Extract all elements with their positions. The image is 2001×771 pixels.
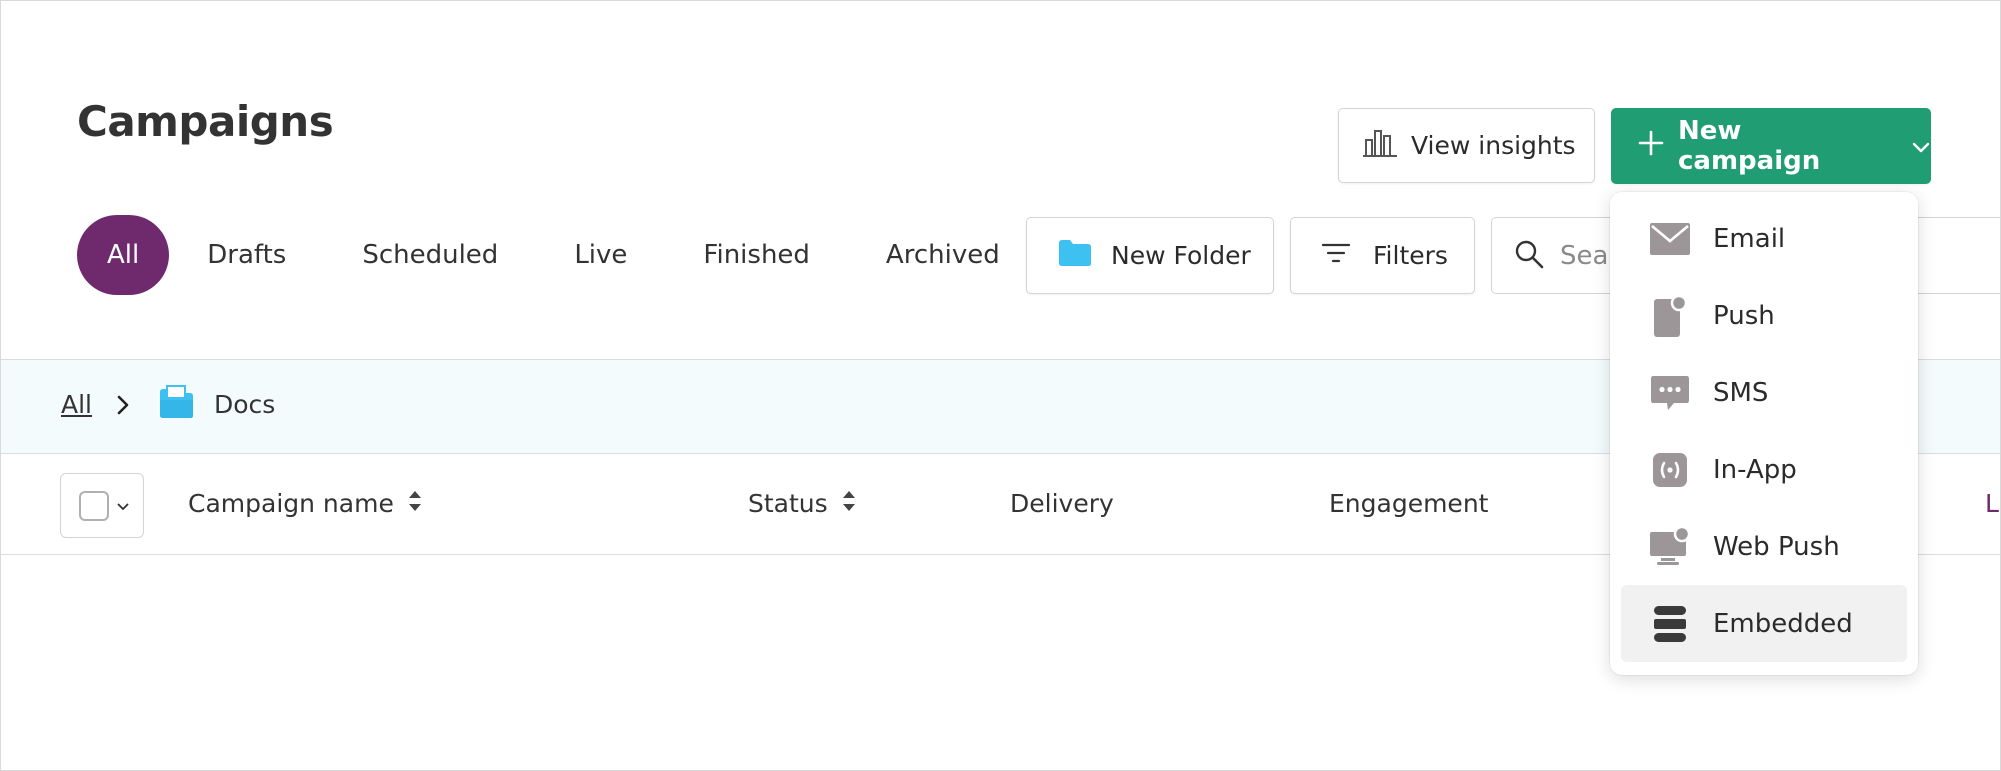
menu-item-sms[interactable]: SMS [1621, 354, 1907, 431]
select-all-dropdown[interactable] [60, 473, 144, 538]
select-all-checkbox[interactable] [79, 490, 109, 521]
plus-icon [1638, 130, 1664, 163]
chat-bubble-icon [1649, 372, 1691, 414]
search-icon [1514, 239, 1544, 273]
breadcrumb-current: Docs [214, 390, 276, 419]
column-campaign-name[interactable]: Campaign name [188, 489, 422, 518]
menu-item-label: Push [1713, 300, 1775, 331]
menu-item-web-push[interactable]: Web Push [1621, 508, 1907, 585]
tab-drafts[interactable]: Drafts [169, 215, 324, 295]
chevron-right-icon [113, 390, 133, 424]
tab-live[interactable]: Live [536, 215, 665, 295]
menu-item-embedded[interactable]: Embedded [1621, 585, 1907, 662]
view-insights-label: View insights [1411, 131, 1576, 160]
bar-chart-icon [1363, 128, 1397, 164]
breadcrumb-root-link[interactable]: All [61, 390, 92, 419]
menu-item-in-app[interactable]: In-App [1621, 431, 1907, 508]
folder-icon [1057, 238, 1093, 274]
in-app-icon [1649, 449, 1691, 491]
stacked-bars-icon [1649, 603, 1691, 645]
menu-item-email[interactable]: Email [1621, 200, 1907, 277]
menu-item-label: Web Push [1713, 531, 1840, 562]
new-campaign-dropdown-menu: Email Push SMS In-App Web Push Embedded [1610, 192, 1918, 675]
column-status[interactable]: Status [748, 489, 856, 518]
menu-item-label: Email [1713, 223, 1786, 254]
push-phone-icon [1649, 294, 1691, 337]
tab-scheduled[interactable]: Scheduled [324, 215, 536, 295]
monitor-notification-icon [1649, 525, 1691, 568]
envelope-icon [1649, 218, 1691, 260]
tab-archived[interactable]: Archived [848, 215, 1038, 295]
column-engagement: Engagement [1329, 489, 1489, 518]
chevron-down-icon [1912, 131, 1930, 161]
page-title: Campaigns [77, 97, 334, 146]
view-insights-button[interactable]: View insights [1338, 108, 1595, 183]
menu-item-label: In-App [1713, 454, 1797, 485]
tab-finished[interactable]: Finished [665, 215, 848, 295]
menu-item-push[interactable]: Push [1621, 277, 1907, 354]
filters-button[interactable]: Filters [1290, 217, 1475, 294]
tab-all[interactable]: All [77, 215, 170, 295]
new-campaign-label: New campaign [1678, 116, 1821, 176]
new-folder-button[interactable]: New Folder [1026, 217, 1274, 294]
menu-item-label: Embedded [1713, 608, 1853, 639]
sort-icon [408, 489, 422, 518]
filters-label: Filters [1373, 241, 1448, 270]
column-label: Status [748, 489, 828, 518]
chevron-down-icon [117, 496, 129, 515]
status-tabs: All Drafts Scheduled Live Finished Archi… [77, 215, 1038, 295]
filter-icon [1321, 241, 1351, 270]
column-label: Campaign name [188, 489, 394, 518]
menu-item-label: SMS [1713, 377, 1769, 408]
sort-icon [842, 489, 856, 518]
app-frame: Campaigns View insights New campaign All… [0, 0, 2001, 771]
new-folder-label: New Folder [1111, 241, 1251, 270]
new-campaign-button[interactable]: New campaign [1611, 108, 1931, 184]
column-delivery: Delivery [1010, 489, 1114, 518]
open-folder-icon [157, 382, 197, 426]
column-last-partial[interactable]: L [1985, 489, 1999, 518]
